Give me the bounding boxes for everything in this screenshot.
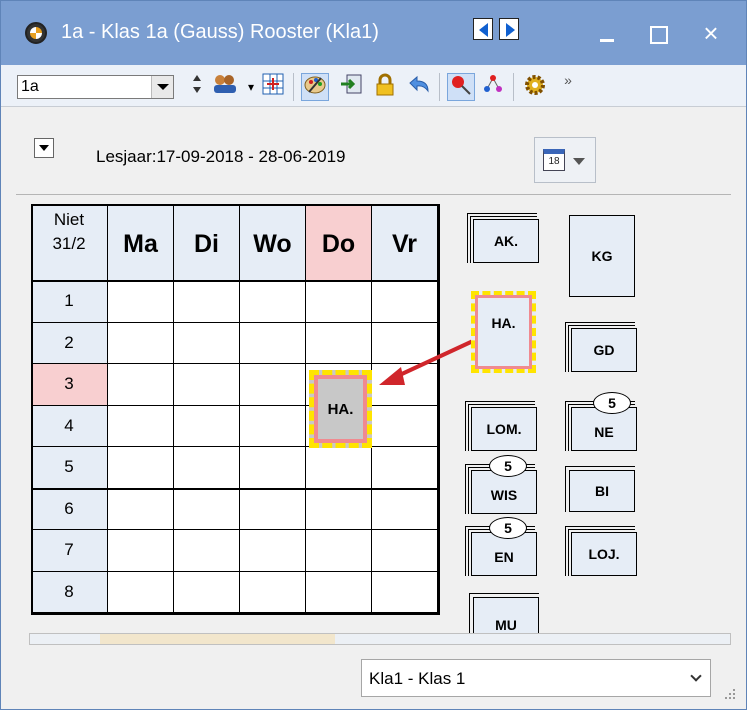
calendar-icon: 18: [543, 149, 565, 171]
class-filter-select[interactable]: Kla1 - Klas 1: [361, 659, 711, 697]
pin-icon[interactable]: [447, 73, 475, 101]
lock-icon[interactable]: [371, 73, 399, 101]
settings-gear-icon[interactable]: [521, 73, 549, 101]
timetable-window: 1a - Klas 1a (Gauss) Rooster (Kla1) × 1a…: [0, 0, 747, 710]
lesson-card-mu[interactable]: MU: [473, 597, 539, 633]
window-title: 1a - Klas 1a (Gauss) Rooster (Kla1): [61, 21, 379, 43]
lesson-card-gd[interactable]: GD: [571, 328, 637, 372]
import-icon[interactable]: [337, 73, 365, 101]
toolbar: 1a ▾ »: [1, 65, 746, 107]
palette-icon[interactable]: [301, 73, 329, 101]
maximize-button[interactable]: [638, 15, 678, 51]
lesson-count-badge: 5: [489, 517, 527, 539]
lesson-card-ne[interactable]: NE: [571, 407, 637, 451]
lesjaar-label: Lesjaar:17-09-2018 - 28-06-2019: [96, 147, 346, 166]
spin-updown-icon[interactable]: [183, 73, 211, 101]
class-select-value: 1a: [21, 78, 39, 95]
drag-arrow-icon: [379, 339, 474, 385]
previous-arrow-icon[interactable]: [473, 18, 493, 40]
class-select[interactable]: 1a: [17, 75, 174, 99]
title-bar[interactable]: 1a - Klas 1a (Gauss) Rooster (Kla1) ×: [1, 1, 746, 65]
scrollbar-thumb[interactable]: [100, 634, 335, 644]
calendar-button[interactable]: 18: [534, 137, 596, 183]
clock-icon: [25, 22, 47, 44]
grid-frame: [31, 204, 440, 615]
minimize-button[interactable]: [587, 15, 627, 51]
lesson-card-lom[interactable]: LOM.: [471, 407, 537, 451]
lesson-card-bi[interactable]: BI: [569, 470, 635, 512]
next-arrow-icon[interactable]: [499, 18, 519, 40]
chevron-down-icon: [573, 158, 585, 165]
overflow-chevron-icon[interactable]: »: [554, 73, 582, 101]
lesson-card-loj[interactable]: LOJ.: [571, 532, 637, 576]
undo-icon[interactable]: [405, 73, 433, 101]
lesson-card-ha[interactable]: HA.: [471, 291, 536, 373]
divider: [16, 194, 731, 195]
grid-view-icon[interactable]: [259, 73, 287, 101]
lesson-card-ak[interactable]: AK.: [473, 219, 539, 263]
horizontal-scrollbar[interactable]: [29, 633, 731, 645]
view-dropdown-button[interactable]: [34, 138, 54, 158]
close-button[interactable]: ×: [691, 15, 731, 51]
chevron-down-icon[interactable]: [151, 76, 173, 98]
lesson-count-badge: 5: [593, 392, 631, 414]
lesson-card-kg[interactable]: KG: [569, 215, 635, 297]
resize-grip-icon[interactable]: [723, 687, 737, 701]
lesson-count-badge: 5: [489, 455, 527, 477]
chevron-down-icon[interactable]: [690, 670, 702, 682]
teachers-icon[interactable]: [211, 73, 239, 101]
nav-arrows: [473, 18, 525, 45]
class-filter-value: Kla1 - Klas 1: [369, 669, 466, 688]
network-icon[interactable]: [479, 73, 507, 101]
